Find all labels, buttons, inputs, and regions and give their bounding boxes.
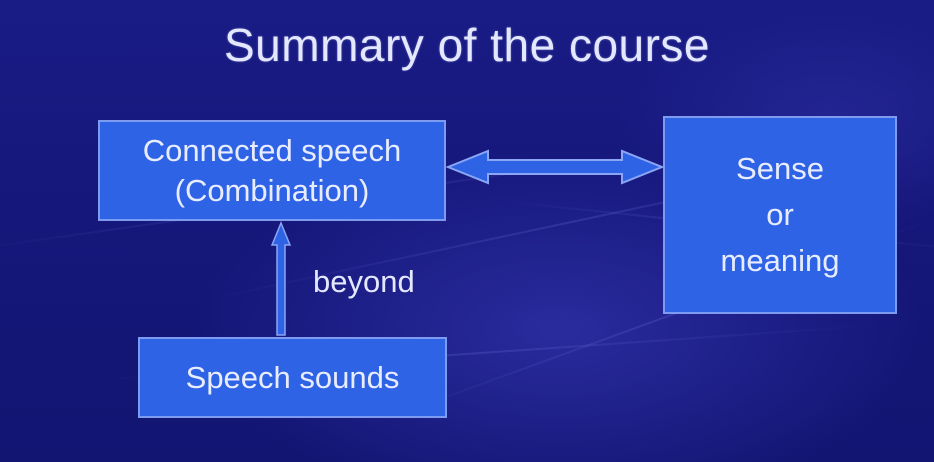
connected-speech-label: Connected speech <box>142 132 402 168</box>
or-label: or <box>766 197 794 232</box>
connected-speech-box: Connected speech (Combination) <box>98 120 446 221</box>
speech-sounds-box: Speech sounds <box>138 337 447 418</box>
combination-label: (Combination) <box>174 172 370 208</box>
slide-title: Summary of the course <box>223 19 711 71</box>
beyond-label: beyond <box>313 264 415 299</box>
sense-label: Sense <box>736 151 824 186</box>
meaning-label: meaning <box>720 243 840 278</box>
speech-sounds-label: Speech sounds <box>185 359 400 395</box>
sense-or-meaning-box: Sense or meaning <box>663 116 897 314</box>
